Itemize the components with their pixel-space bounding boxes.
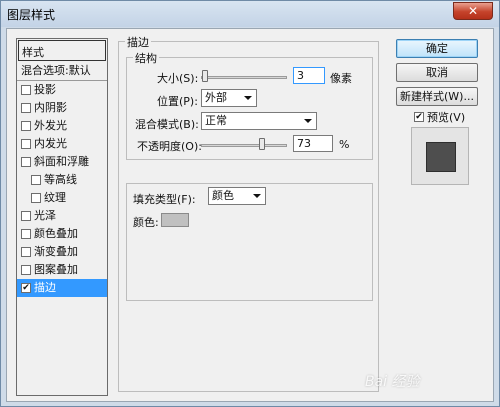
style-checkbox[interactable]	[21, 121, 31, 131]
position-label: 位置(P):	[157, 95, 198, 108]
style-item[interactable]: 等高线	[17, 171, 107, 189]
preview-swatch	[426, 142, 456, 172]
style-item-label: 内阴影	[34, 101, 67, 114]
close-button[interactable]: ✕	[453, 2, 493, 20]
ok-button[interactable]: 确定	[396, 39, 478, 58]
style-item[interactable]: 外发光	[17, 117, 107, 135]
position-select[interactable]: 外部	[201, 89, 257, 107]
style-item[interactable]: 纹理	[17, 189, 107, 207]
size-slider-track[interactable]	[201, 76, 287, 79]
blend-mode-label: 混合模式(B):	[135, 118, 199, 131]
style-item-label: 内发光	[34, 137, 67, 150]
opacity-slider-thumb[interactable]	[259, 138, 266, 150]
structure-group: 结构 大小(S): 3 像素 位置(P): 外部 混合模式(B): 正常 不透明…	[126, 50, 373, 160]
style-item[interactable]: 渐变叠加	[17, 243, 107, 261]
style-item-label: 斜面和浮雕	[34, 155, 89, 168]
cancel-button[interactable]: 取消	[396, 63, 478, 82]
color-label: 颜色:	[133, 216, 159, 229]
style-checkbox[interactable]	[31, 193, 41, 203]
style-item-label: 渐变叠加	[34, 245, 78, 258]
fill-type-value: 颜色	[212, 189, 234, 202]
blend-mode-select[interactable]: 正常	[201, 112, 317, 130]
style-item[interactable]: 投影	[17, 81, 107, 99]
size-input[interactable]: 3	[293, 67, 325, 84]
style-item-label: 光泽	[34, 209, 56, 222]
stroke-group-title: 描边	[125, 34, 151, 50]
style-item-label: 投影	[34, 83, 56, 96]
fill-type-label: 填充类型(F):	[133, 193, 196, 206]
new-style-button[interactable]: 新建样式(W)...	[396, 87, 478, 106]
style-item[interactable]: 光泽	[17, 207, 107, 225]
style-checkbox[interactable]	[21, 139, 31, 149]
blending-options-item[interactable]: 混合选项:默认	[17, 62, 107, 81]
style-checkbox[interactable]	[21, 103, 31, 113]
opacity-input[interactable]: 73	[293, 135, 333, 152]
opacity-slider-track[interactable]	[201, 144, 287, 147]
style-item[interactable]: 斜面和浮雕	[17, 153, 107, 171]
watermark: Bai 经验	[365, 374, 420, 390]
preview-checkbox[interactable]: ✔	[414, 112, 424, 122]
size-slider-thumb[interactable]	[201, 70, 208, 82]
style-item-label: 颜色叠加	[34, 227, 78, 240]
style-checkbox[interactable]	[21, 229, 31, 239]
style-checkbox[interactable]	[31, 175, 41, 185]
blend-mode-value: 正常	[205, 114, 227, 127]
style-checkbox[interactable]	[21, 247, 31, 257]
style-preview	[411, 127, 469, 185]
size-unit: 像素	[330, 72, 352, 85]
style-item-label: 外发光	[34, 119, 67, 132]
style-checkbox[interactable]	[21, 157, 31, 167]
stroke-group: 描边 结构 大小(S): 3 像素 位置(P): 外部 混合模式(B): 正常	[118, 34, 379, 392]
chevron-down-icon	[304, 119, 312, 123]
style-item[interactable]: 图案叠加	[17, 261, 107, 279]
style-item[interactable]: 内阴影	[17, 99, 107, 117]
structure-group-title: 结构	[133, 50, 159, 66]
style-item-label: 纹理	[44, 191, 66, 204]
opacity-label: 不透明度(O):	[137, 140, 202, 153]
styles-list-header[interactable]: 样式	[18, 40, 106, 61]
preview-checkbox-row[interactable]: ✔ 预览(V)	[414, 109, 465, 125]
close-icon: ✕	[467, 4, 479, 18]
fill-group: 填充类型(F): 颜色 颜色:	[126, 183, 373, 301]
style-checkbox[interactable]	[21, 85, 31, 95]
window-title: 图层样式	[7, 8, 56, 22]
position-value: 外部	[205, 91, 227, 104]
style-checkbox[interactable]	[21, 265, 31, 275]
preview-label: 预览(V)	[427, 111, 466, 124]
opacity-unit: %	[339, 138, 350, 151]
fill-type-select[interactable]: 颜色	[208, 187, 266, 205]
style-checkbox[interactable]	[21, 211, 31, 221]
dialog-body: 样式 混合选项:默认 投影内阴影外发光内发光斜面和浮雕等高线纹理光泽颜色叠加渐变…	[6, 28, 494, 402]
style-item[interactable]: ✔ 描边	[17, 279, 107, 297]
style-item-label: 描边	[34, 281, 56, 294]
style-item[interactable]: 颜色叠加	[17, 225, 107, 243]
styles-list: 样式 混合选项:默认 投影内阴影外发光内发光斜面和浮雕等高线纹理光泽颜色叠加渐变…	[16, 38, 108, 396]
size-label: 大小(S):	[157, 72, 199, 85]
chevron-down-icon	[244, 96, 252, 100]
style-item-label: 图案叠加	[34, 263, 78, 276]
style-checkbox[interactable]: ✔	[21, 283, 31, 293]
layer-style-dialog: 图层样式 ✕ 样式 混合选项:默认 投影内阴影外发光内发光斜面和浮雕等高线纹理光…	[0, 0, 500, 407]
stroke-color-swatch[interactable]	[161, 213, 189, 227]
style-item-label: 等高线	[44, 173, 77, 186]
title-bar[interactable]: 图层样式 ✕	[1, 1, 499, 27]
style-item[interactable]: 内发光	[17, 135, 107, 153]
chevron-down-icon	[253, 194, 261, 198]
